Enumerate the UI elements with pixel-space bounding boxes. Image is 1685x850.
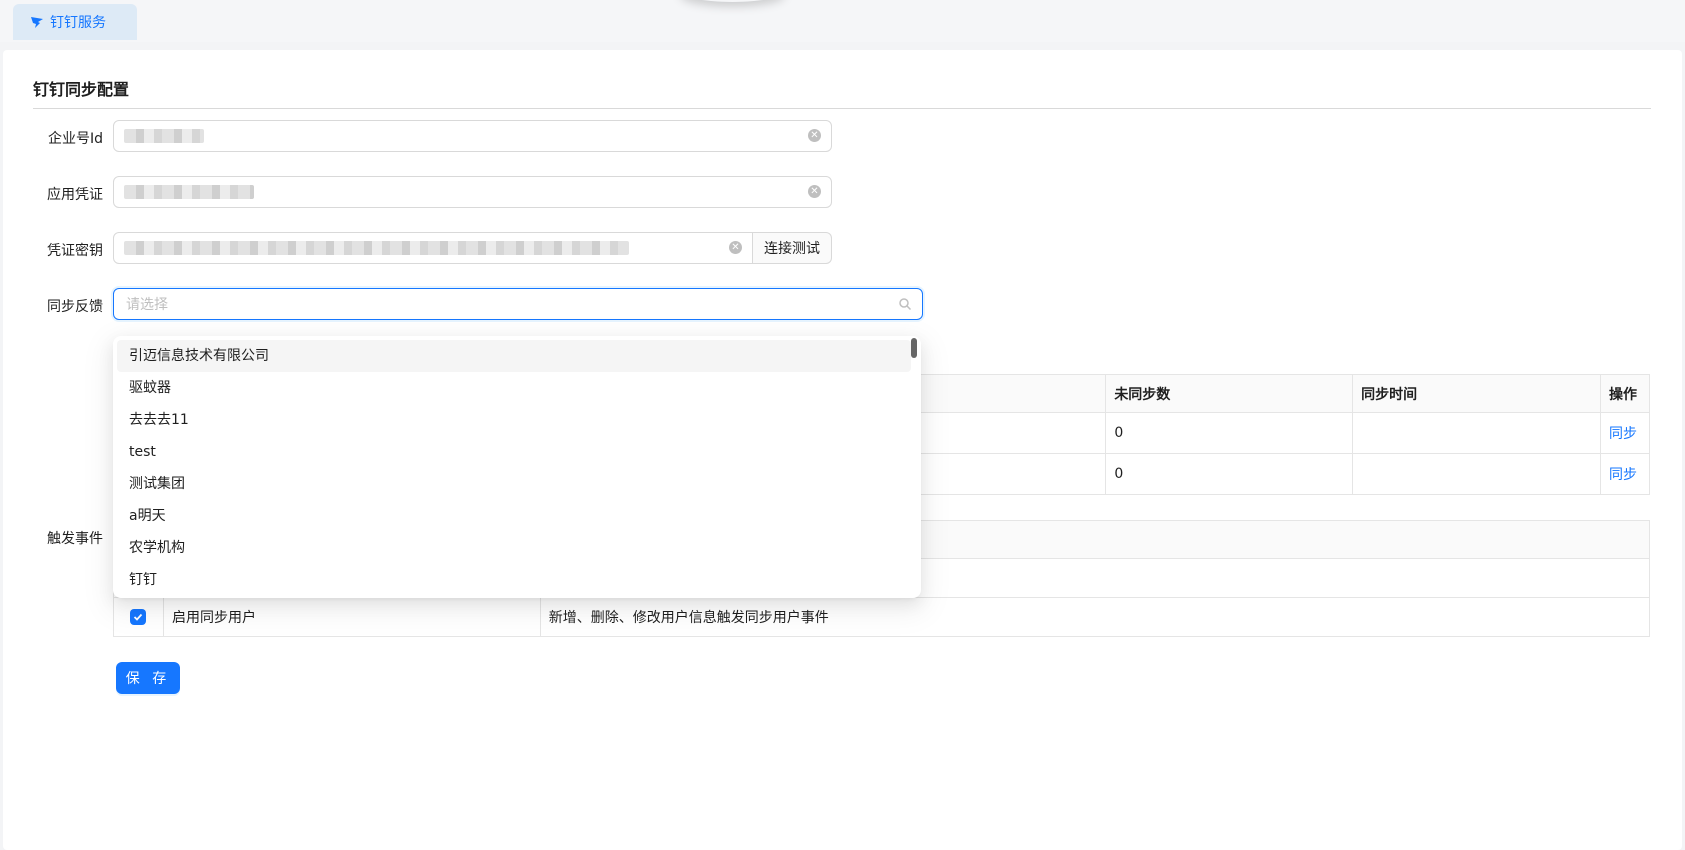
- cell-sync-time: [1352, 453, 1601, 495]
- header-sync-time: 同步时间: [1352, 374, 1601, 413]
- sync-link[interactable]: 同步: [1609, 467, 1637, 483]
- page-title: 钉钉同步配置: [33, 80, 130, 99]
- dropdown-option[interactable]: 农学机构: [117, 532, 911, 564]
- cell-sync-time: [1352, 412, 1601, 454]
- app-secret-input[interactable]: ✕: [113, 232, 753, 264]
- header-action: 操作: [1600, 374, 1650, 413]
- redacted-value: [124, 185, 254, 199]
- title-divider: [33, 108, 1651, 109]
- dingtalk-icon: [31, 17, 43, 28]
- check-icon: [134, 613, 143, 621]
- redacted-value: [124, 241, 629, 255]
- dropdown-option[interactable]: test: [117, 436, 911, 468]
- save-button[interactable]: 保 存: [116, 662, 180, 694]
- dropdown-scrollbar[interactable]: [911, 338, 917, 358]
- clear-icon[interactable]: ✕: [808, 129, 821, 142]
- cell-unsynced: 0: [1105, 453, 1354, 495]
- clear-icon[interactable]: ✕: [808, 185, 821, 198]
- connection-test-button[interactable]: 连接测试: [753, 232, 832, 264]
- dropdown-option[interactable]: a明天: [117, 500, 911, 532]
- dropdown-option[interactable]: 引迈信息技术有限公司: [117, 340, 911, 372]
- clear-icon[interactable]: ✕: [729, 241, 742, 254]
- trigger-events-label: 触发事件: [47, 531, 103, 547]
- cell-unsynced: 0: [1105, 412, 1354, 454]
- dropdown-option[interactable]: 测试集团: [117, 468, 911, 500]
- app-key-label: 应用凭证: [47, 187, 103, 203]
- sync-feedback-dropdown: 引迈信息技术有限公司 驱蚊器 去去去11 test 测试集团 a明天 农学机构 …: [113, 336, 921, 598]
- dropdown-option[interactable]: 钉钉: [117, 564, 911, 596]
- redacted-value: [124, 129, 204, 143]
- dropdown-option[interactable]: 去去去11: [117, 404, 911, 436]
- select-placeholder: 请选择: [126, 297, 168, 313]
- event-description: 新增、删除、修改用户信息触发同步用户事件: [539, 597, 1651, 637]
- checkbox-enable-sync-user[interactable]: [130, 608, 147, 625]
- top-shadow: [680, 0, 785, 2]
- sync-feedback-label: 同步反馈: [47, 299, 103, 315]
- dropdown-option[interactable]: 驱蚊器: [117, 372, 911, 404]
- app-key-input[interactable]: ✕: [113, 176, 832, 208]
- sync-link[interactable]: 同步: [1609, 426, 1637, 442]
- corp-id-label: 企业号Id: [47, 131, 103, 147]
- table-row: 启用同步用户 新增、删除、修改用户信息触发同步用户事件: [113, 597, 1651, 637]
- app-secret-label: 凭证密钥: [47, 243, 103, 259]
- corp-id-input[interactable]: ✕: [113, 120, 832, 152]
- search-icon: [899, 298, 912, 311]
- top-tab-bar: 钉钉服务: [0, 0, 1685, 42]
- tab-label: 钉钉服务: [50, 15, 106, 31]
- tab-dingtalk-service[interactable]: 钉钉服务: [13, 4, 137, 40]
- event-name: 启用同步用户: [162, 597, 541, 637]
- header-unsynced: 未同步数: [1105, 374, 1354, 413]
- sync-feedback-select[interactable]: 请选择: [113, 288, 923, 320]
